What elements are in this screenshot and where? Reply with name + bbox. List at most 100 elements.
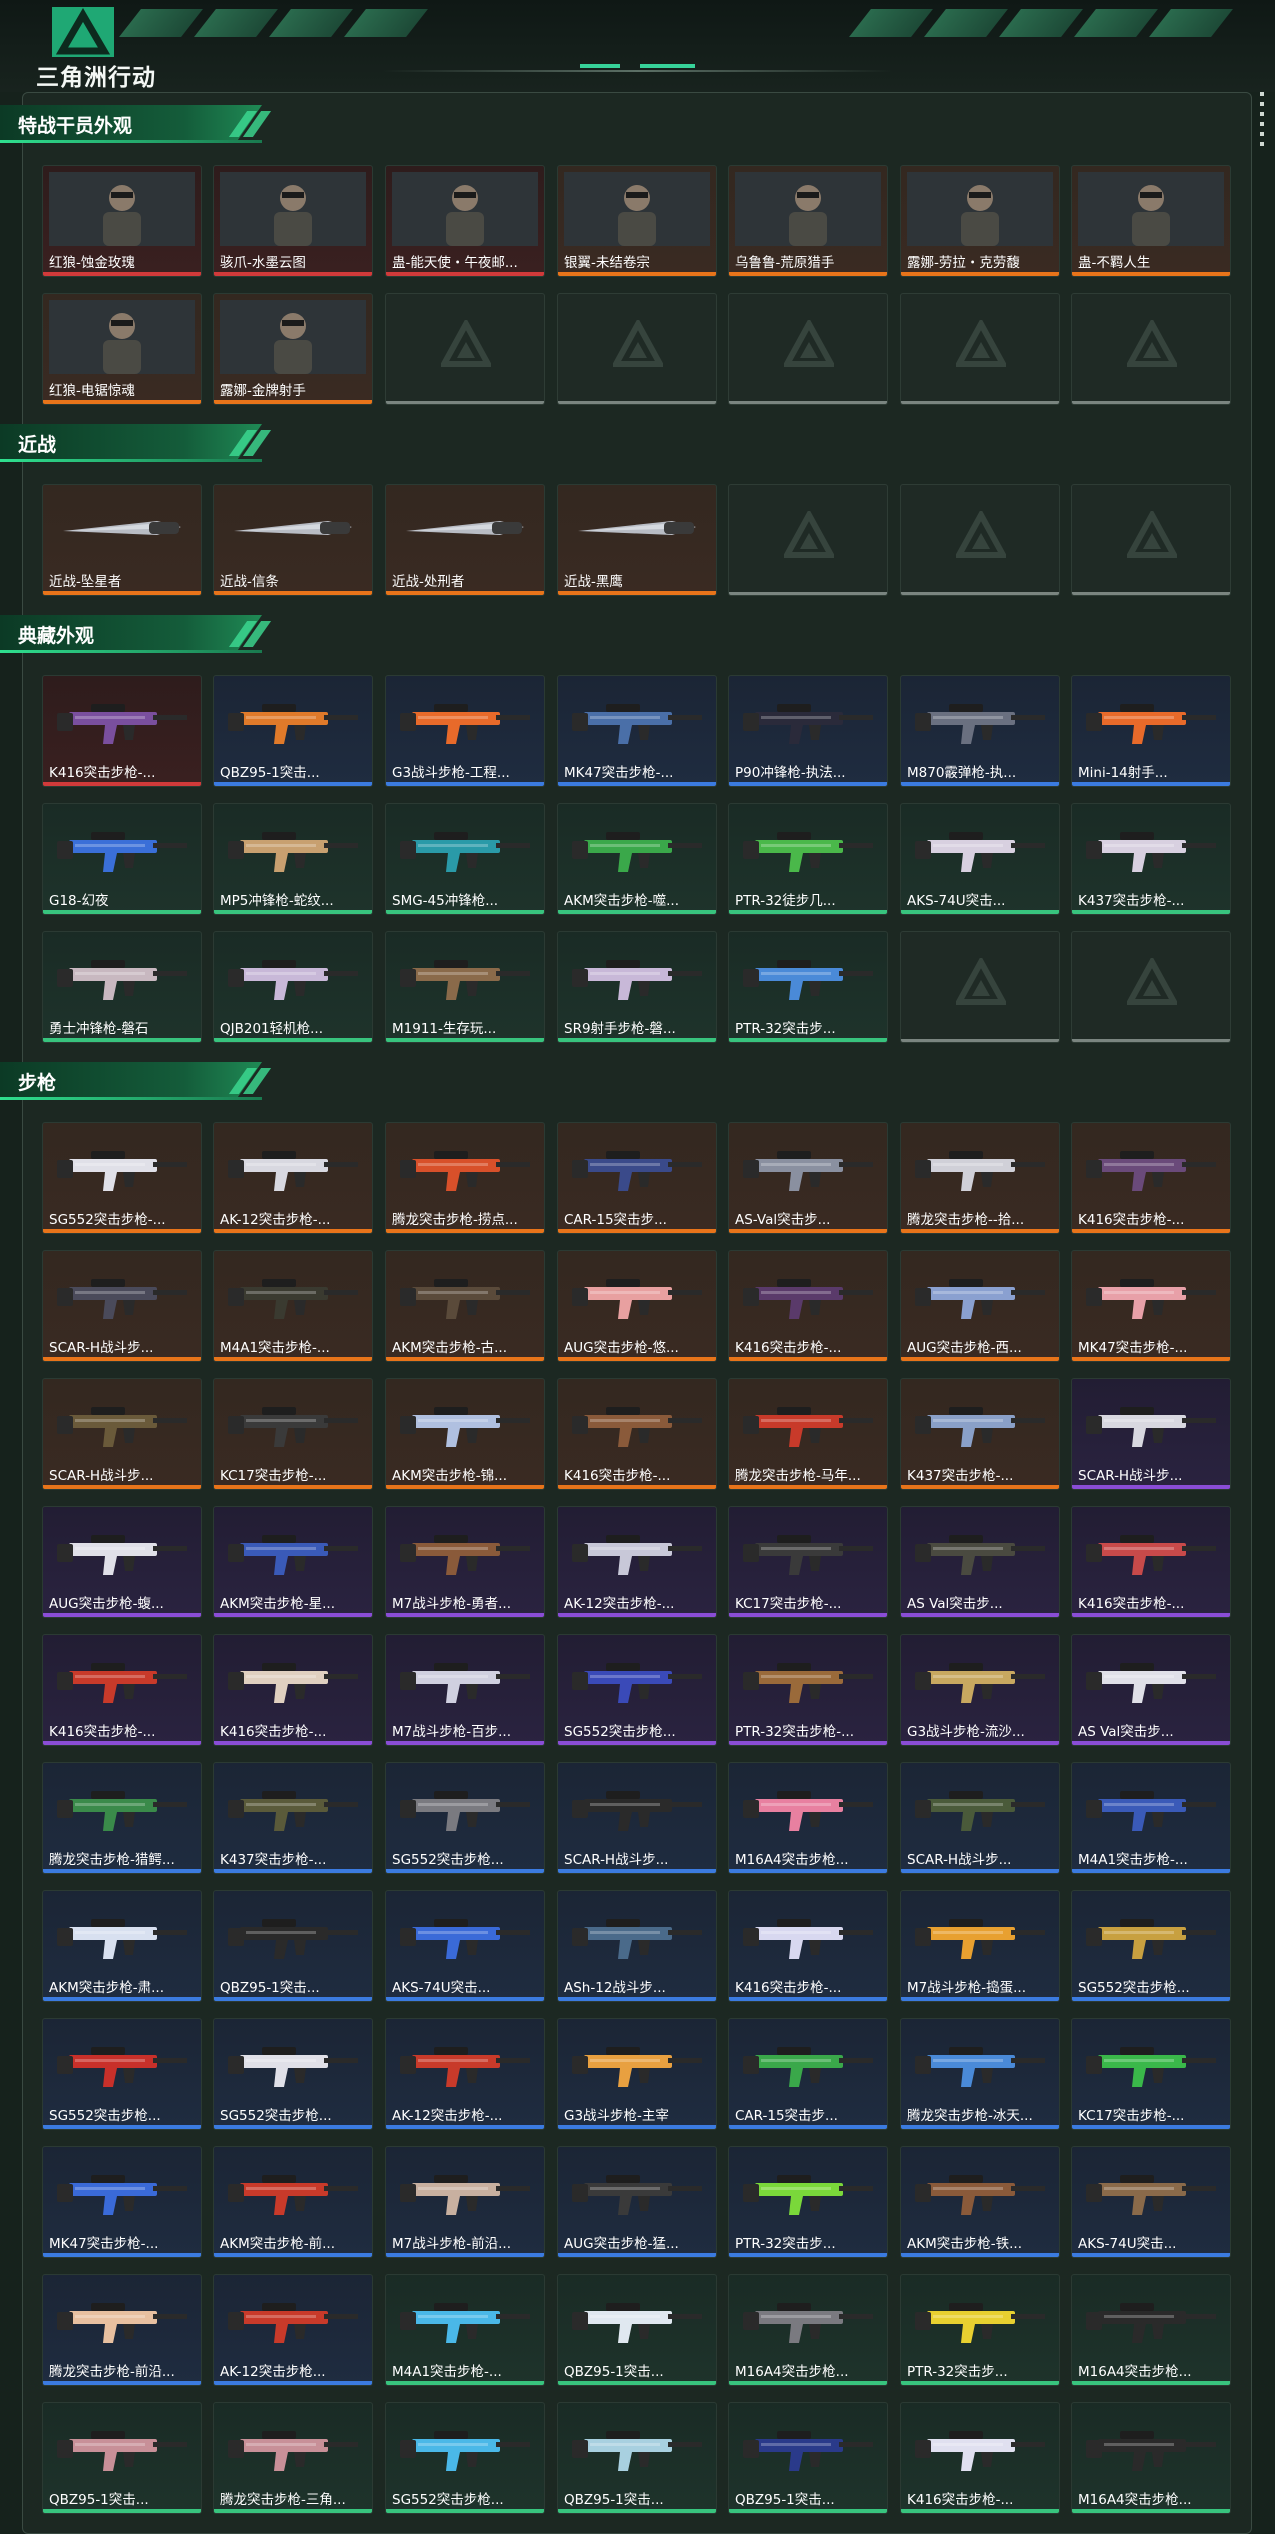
skin-card[interactable]: K437突击步枪-... xyxy=(900,1378,1060,1490)
skin-card[interactable]: AS Val突击步... xyxy=(900,1506,1060,1618)
skin-card[interactable]: M7战斗步枪-前沿... xyxy=(385,2146,545,2258)
skin-card[interactable]: SG552突击步枪... xyxy=(385,2402,545,2514)
skin-card[interactable]: AKM突击步枪-古... xyxy=(385,1250,545,1362)
skin-card[interactable]: M7战斗步枪-勇者... xyxy=(385,1506,545,1618)
skin-card[interactable]: PTR-32突击步... xyxy=(728,2146,888,2258)
skin-card[interactable]: AUG突击步枪-西... xyxy=(900,1250,1060,1362)
skin-card[interactable]: 近战-坠星者 xyxy=(42,484,202,596)
skin-card[interactable]: K416突击步枪-... xyxy=(557,1378,717,1490)
skin-card[interactable]: SCAR-H战斗步... xyxy=(42,1378,202,1490)
skin-card[interactable]: K416突击步枪-... xyxy=(213,1634,373,1746)
skin-card[interactable]: 银翼-未结卷宗 xyxy=(557,165,717,277)
skin-card[interactable]: PTR-32突击步... xyxy=(900,2274,1060,2386)
skin-card[interactable]: M16A4突击步枪... xyxy=(1071,2402,1231,2514)
skin-card[interactable]: 红狼-蚀金玫瑰 xyxy=(42,165,202,277)
skin-card[interactable]: 腾龙突击步枪--拾... xyxy=(900,1122,1060,1234)
skin-card[interactable]: MK47突击步枪-... xyxy=(42,2146,202,2258)
skin-card[interactable]: SR9射手步枪-磐... xyxy=(557,931,717,1043)
skin-card[interactable]: 蛊-能天使・午夜邮... xyxy=(385,165,545,277)
skin-card[interactable]: M1911-生存玩... xyxy=(385,931,545,1043)
skin-card[interactable]: M870霰弹枪-执... xyxy=(900,675,1060,787)
skin-card[interactable]: CAR-15突击步... xyxy=(557,1122,717,1234)
skin-card[interactable]: K416突击步枪-... xyxy=(1071,1122,1231,1234)
skin-card[interactable]: 乌鲁鲁-荒原猎手 xyxy=(728,165,888,277)
skin-card[interactable]: AKM突击步枪-星... xyxy=(213,1506,373,1618)
skin-card[interactable]: 腾龙突击步枪-猎鳄... xyxy=(42,1762,202,1874)
skin-card[interactable]: K437突击步枪-... xyxy=(213,1762,373,1874)
skin-card[interactable]: ASh-12战斗步... xyxy=(557,1890,717,2002)
skin-card[interactable]: M16A4突击步枪... xyxy=(1071,2274,1231,2386)
skin-card[interactable]: AUG突击步枪-悠... xyxy=(557,1250,717,1362)
skin-card[interactable]: AKM突击步枪-噬... xyxy=(557,803,717,915)
skin-card[interactable]: Mini-14射手... xyxy=(1071,675,1231,787)
skin-card[interactable]: SCAR-H战斗步... xyxy=(900,1762,1060,1874)
skin-card[interactable]: AS Val突击步... xyxy=(1071,1634,1231,1746)
skin-card[interactable]: AUG突击步枪-猛... xyxy=(557,2146,717,2258)
skin-card[interactable]: PTR-32突击步枪-... xyxy=(728,1634,888,1746)
skin-card[interactable]: AUG突击步枪-蝮... xyxy=(42,1506,202,1618)
skin-card[interactable]: KC17突击步枪-... xyxy=(728,1506,888,1618)
skin-card[interactable]: AKS-74U突击... xyxy=(900,803,1060,915)
skin-card[interactable]: QBZ95-1突击... xyxy=(213,1890,373,2002)
skin-card[interactable]: SG552突击步枪... xyxy=(1071,1890,1231,2002)
skin-card[interactable]: AK-12突击步枪... xyxy=(213,2274,373,2386)
skin-card[interactable]: QBZ95-1突击... xyxy=(728,2402,888,2514)
skin-card[interactable]: SG552突击步枪... xyxy=(385,1762,545,1874)
skin-card[interactable]: QJB201轻机枪... xyxy=(213,931,373,1043)
skin-card[interactable]: 骇爪-水墨云图 xyxy=(213,165,373,277)
skin-card[interactable]: K416突击步枪-... xyxy=(728,1890,888,2002)
skin-card[interactable]: AKS-74U突击... xyxy=(1071,2146,1231,2258)
skin-card[interactable]: AKM突击步枪-前... xyxy=(213,2146,373,2258)
skin-card[interactable]: SMG-45冲锋枪... xyxy=(385,803,545,915)
skin-card[interactable]: K416突击步枪-... xyxy=(1071,1506,1231,1618)
skin-card[interactable]: AKS-74U突击... xyxy=(385,1890,545,2002)
skin-card[interactable]: CAR-15突击步... xyxy=(728,2018,888,2130)
skin-card[interactable]: 腾龙突击步枪-三角... xyxy=(213,2402,373,2514)
skin-card[interactable]: 腾龙突击步枪-前沿... xyxy=(42,2274,202,2386)
skin-card[interactable]: M16A4突击步枪... xyxy=(728,1762,888,1874)
skin-card[interactable]: M16A4突击步枪... xyxy=(728,2274,888,2386)
skin-card[interactable]: AKM突击步枪-肃... xyxy=(42,1890,202,2002)
skin-card[interactable]: AK-12突击步枪-... xyxy=(385,2018,545,2130)
skin-card[interactable]: QBZ95-1突击... xyxy=(42,2402,202,2514)
skin-card[interactable]: 腾龙突击步枪-捞点... xyxy=(385,1122,545,1234)
skin-card[interactable]: QBZ95-1突击... xyxy=(213,675,373,787)
skin-card[interactable]: SG552突击步枪... xyxy=(42,2018,202,2130)
skin-card[interactable]: MP5冲锋枪-蛇纹... xyxy=(213,803,373,915)
skin-card[interactable]: SG552突击步枪... xyxy=(557,1634,717,1746)
skin-card[interactable]: AKM突击步枪-锦... xyxy=(385,1378,545,1490)
skin-card[interactable]: KC17突击步枪-... xyxy=(213,1378,373,1490)
skin-card[interactable]: M4A1突击步枪-... xyxy=(1071,1762,1231,1874)
skin-card[interactable]: M7战斗步枪-百步... xyxy=(385,1634,545,1746)
skin-card[interactable]: K416突击步枪-... xyxy=(900,2402,1060,2514)
skin-card[interactable]: SCAR-H战斗步... xyxy=(557,1762,717,1874)
skin-card[interactable]: PTR-32突击步... xyxy=(728,931,888,1043)
skin-card[interactable]: 勇士冲锋枪-磐石 xyxy=(42,931,202,1043)
skin-card[interactable]: 露娜-劳拉・克劳馥 xyxy=(900,165,1060,277)
skin-card[interactable]: K416突击步枪-... xyxy=(728,1250,888,1362)
skin-card[interactable]: SCAR-H战斗步... xyxy=(1071,1378,1231,1490)
skin-card[interactable]: QBZ95-1突击... xyxy=(557,2402,717,2514)
skin-card[interactable]: 近战-信条 xyxy=(213,484,373,596)
skin-card[interactable]: G3战斗步枪-主宰 xyxy=(557,2018,717,2130)
skin-card[interactable]: AKM突击步枪-铁... xyxy=(900,2146,1060,2258)
skin-card[interactable]: G18-幻夜 xyxy=(42,803,202,915)
skin-card[interactable]: K437突击步枪-... xyxy=(1071,803,1231,915)
skin-card[interactable]: 近战-处刑者 xyxy=(385,484,545,596)
skin-card[interactable]: SG552突击步枪... xyxy=(213,2018,373,2130)
skin-card[interactable]: AK-12突击步枪-... xyxy=(213,1122,373,1234)
skin-card[interactable]: PTR-32徒步几... xyxy=(728,803,888,915)
skin-card[interactable]: P90冲锋枪-执法... xyxy=(728,675,888,787)
skin-card[interactable]: MK47突击步枪-... xyxy=(1071,1250,1231,1362)
skin-card[interactable]: M4A1突击步枪-... xyxy=(385,2274,545,2386)
skin-card[interactable]: G3战斗步枪-流沙... xyxy=(900,1634,1060,1746)
skin-card[interactable]: 露娜-金牌射手 xyxy=(213,293,373,405)
skin-card[interactable]: 蛊-不羁人生 xyxy=(1071,165,1231,277)
scroll-indicator[interactable] xyxy=(1260,92,1264,152)
skin-card[interactable]: M4A1突击步枪-... xyxy=(213,1250,373,1362)
skin-card[interactable]: AK-12突击步枪-... xyxy=(557,1506,717,1618)
skin-card[interactable]: QBZ95-1突击... xyxy=(557,2274,717,2386)
skin-card[interactable]: SCAR-H战斗步... xyxy=(42,1250,202,1362)
skin-card[interactable]: M7战斗步枪-捣蛋... xyxy=(900,1890,1060,2002)
skin-card[interactable]: 红狼-电锯惊魂 xyxy=(42,293,202,405)
